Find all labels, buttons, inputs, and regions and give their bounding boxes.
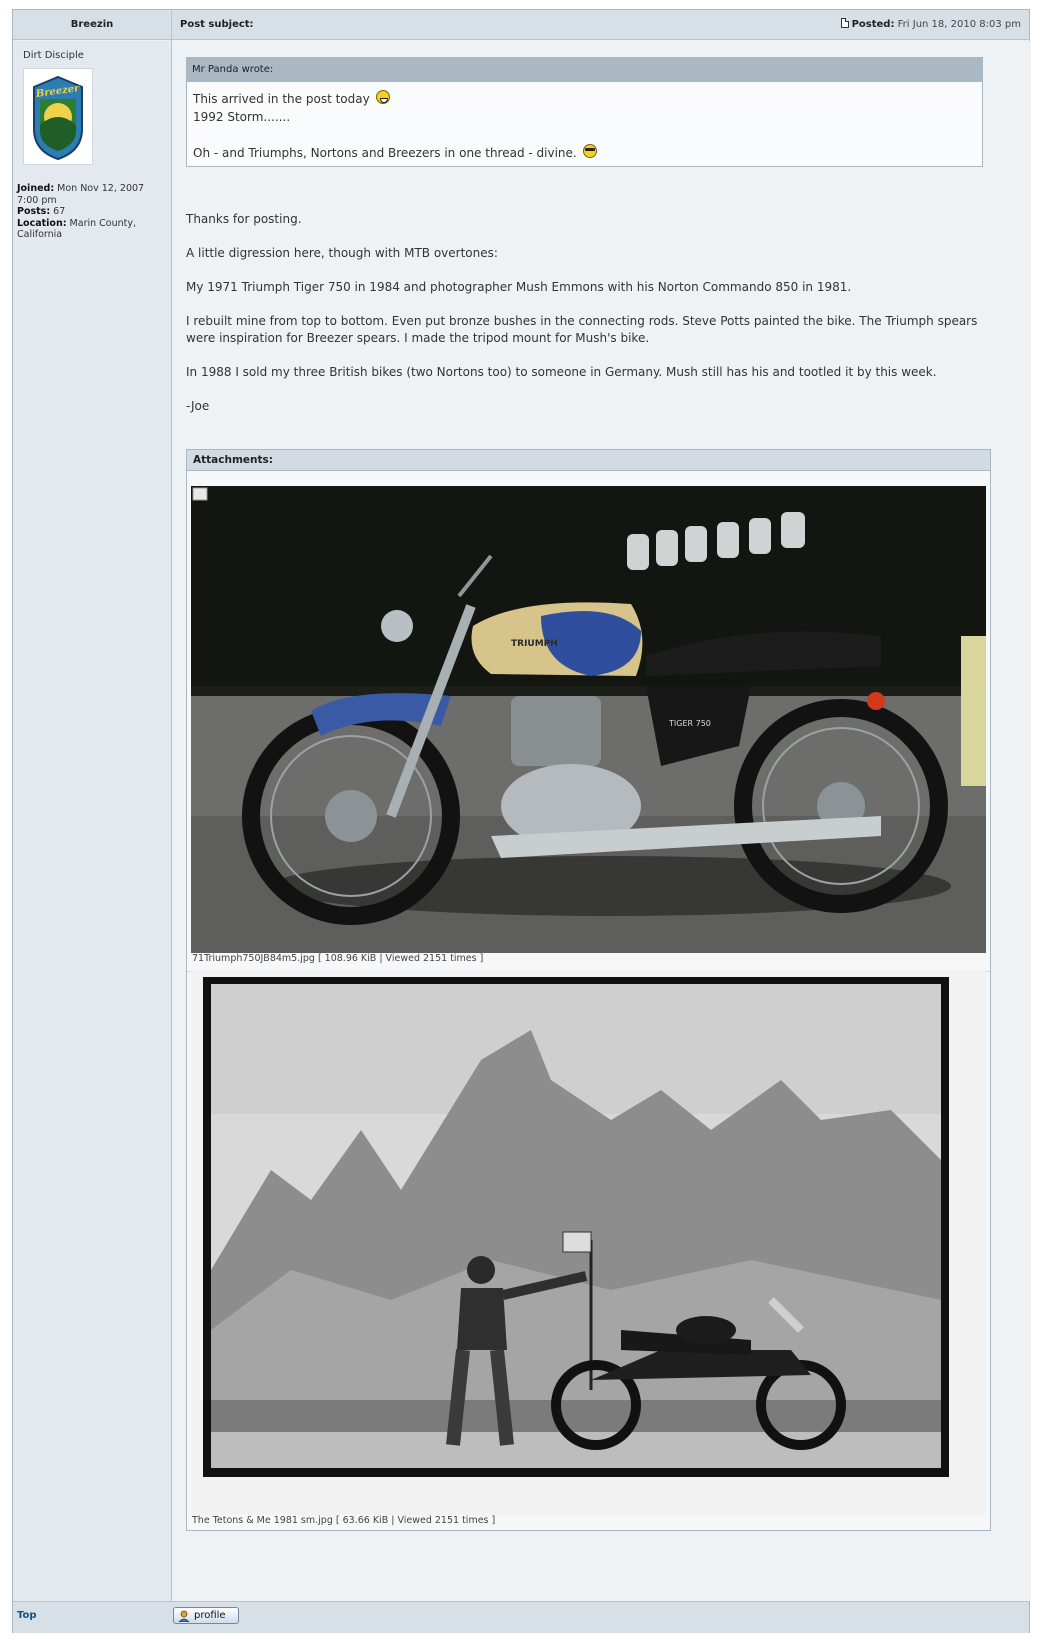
profile-details: Joined: Mon Nov 12, 2007 7:00 pm Posts: … [17, 183, 167, 241]
profile-button[interactable]: profile [173, 1607, 239, 1624]
user-icon [178, 1610, 190, 1622]
quote-body: This arrived in the post today 1992 Stor… [187, 82, 982, 170]
user-rank: Dirt Disciple [23, 50, 84, 61]
post-body: Thanks for posting. A little digression … [186, 211, 986, 432]
location-label: Location: [17, 217, 67, 229]
quote-block: Mr Panda wrote: This arrived in the post… [186, 57, 983, 167]
author-profile-column: Dirt Disciple Breezer Joined: Mon Nov 12… [13, 41, 171, 1601]
quote-author: Mr Panda wrote: [187, 58, 982, 82]
breezer-badge-icon: Breezer [33, 75, 83, 161]
quote-line-3: Oh - and Triumphs, Nortons and Breezers … [193, 146, 577, 160]
posts-value: 67 [53, 206, 66, 217]
joined-label: Joined: [17, 183, 55, 194]
author-name[interactable]: Breezin [13, 10, 171, 40]
avatar: Breezer [23, 68, 93, 165]
post-paragraph: I rebuilt mine from top to bottom. Even … [186, 314, 978, 345]
cool-smiley-icon [582, 144, 597, 158]
quote-line-2: 1992 Storm....... [193, 110, 291, 124]
post-paragraph: Thanks for posting. [186, 212, 302, 226]
post-paragraph: My 1971 Triumph Tiger 750 in 1984 and ph… [186, 280, 852, 294]
top-link[interactable]: Top [17, 1610, 37, 1621]
attachment-image-tetons[interactable] [191, 970, 986, 1515]
post-content-column: Mr Panda wrote: This arrived in the post… [172, 41, 1031, 1601]
post-signature: -Joe [186, 399, 210, 413]
attachments-title: Attachments: [187, 450, 990, 471]
attachment-caption[interactable]: The Tetons & Me 1981 sm.jpg [ 63.66 KiB … [192, 1515, 495, 1526]
post-paragraph: In 1988 I sold my three British bikes (t… [186, 365, 937, 379]
post-table: Breezin Post subject: Posted: Fri Jun 18… [12, 9, 1031, 1633]
attachments-box: Attachments: TRIUMPH TIGER 750 71Triumph… [186, 449, 991, 1531]
tank-badge: TRIUMPH [511, 639, 558, 649]
attachment-image-triumph[interactable]: TRIUMPH TIGER 750 [191, 486, 986, 953]
posted-date-value: Fri Jun 18, 2010 8:03 pm [897, 19, 1021, 30]
tetons-photo [191, 970, 986, 1515]
posted-label: Posted: [851, 19, 895, 30]
post-footer-row: Top profile [13, 1601, 1029, 1633]
post-paragraph: A little digression here, though with MT… [186, 246, 498, 260]
quote-line-1: This arrived in the post today [193, 92, 370, 106]
grin-smiley-icon [375, 90, 390, 104]
zoom-icon[interactable] [192, 487, 208, 501]
panel-badge: TIGER 750 [668, 719, 711, 728]
attachment-caption[interactable]: 71Triumph750JB84m5.jpg [ 108.96 KiB | Vi… [192, 953, 483, 964]
post-subject-label: Post subject: [180, 19, 254, 30]
posted-date: Posted: Fri Jun 18, 2010 8:03 pm [840, 10, 1021, 40]
profile-button-label: profile [194, 1610, 226, 1621]
triumph-motorcycle-photo: TRIUMPH TIGER 750 [191, 486, 986, 953]
post-link-icon[interactable] [840, 18, 849, 28]
post-header-row: Breezin Post subject: Posted: Fri Jun 18… [13, 10, 1029, 40]
posts-label: Posts: [17, 206, 51, 217]
